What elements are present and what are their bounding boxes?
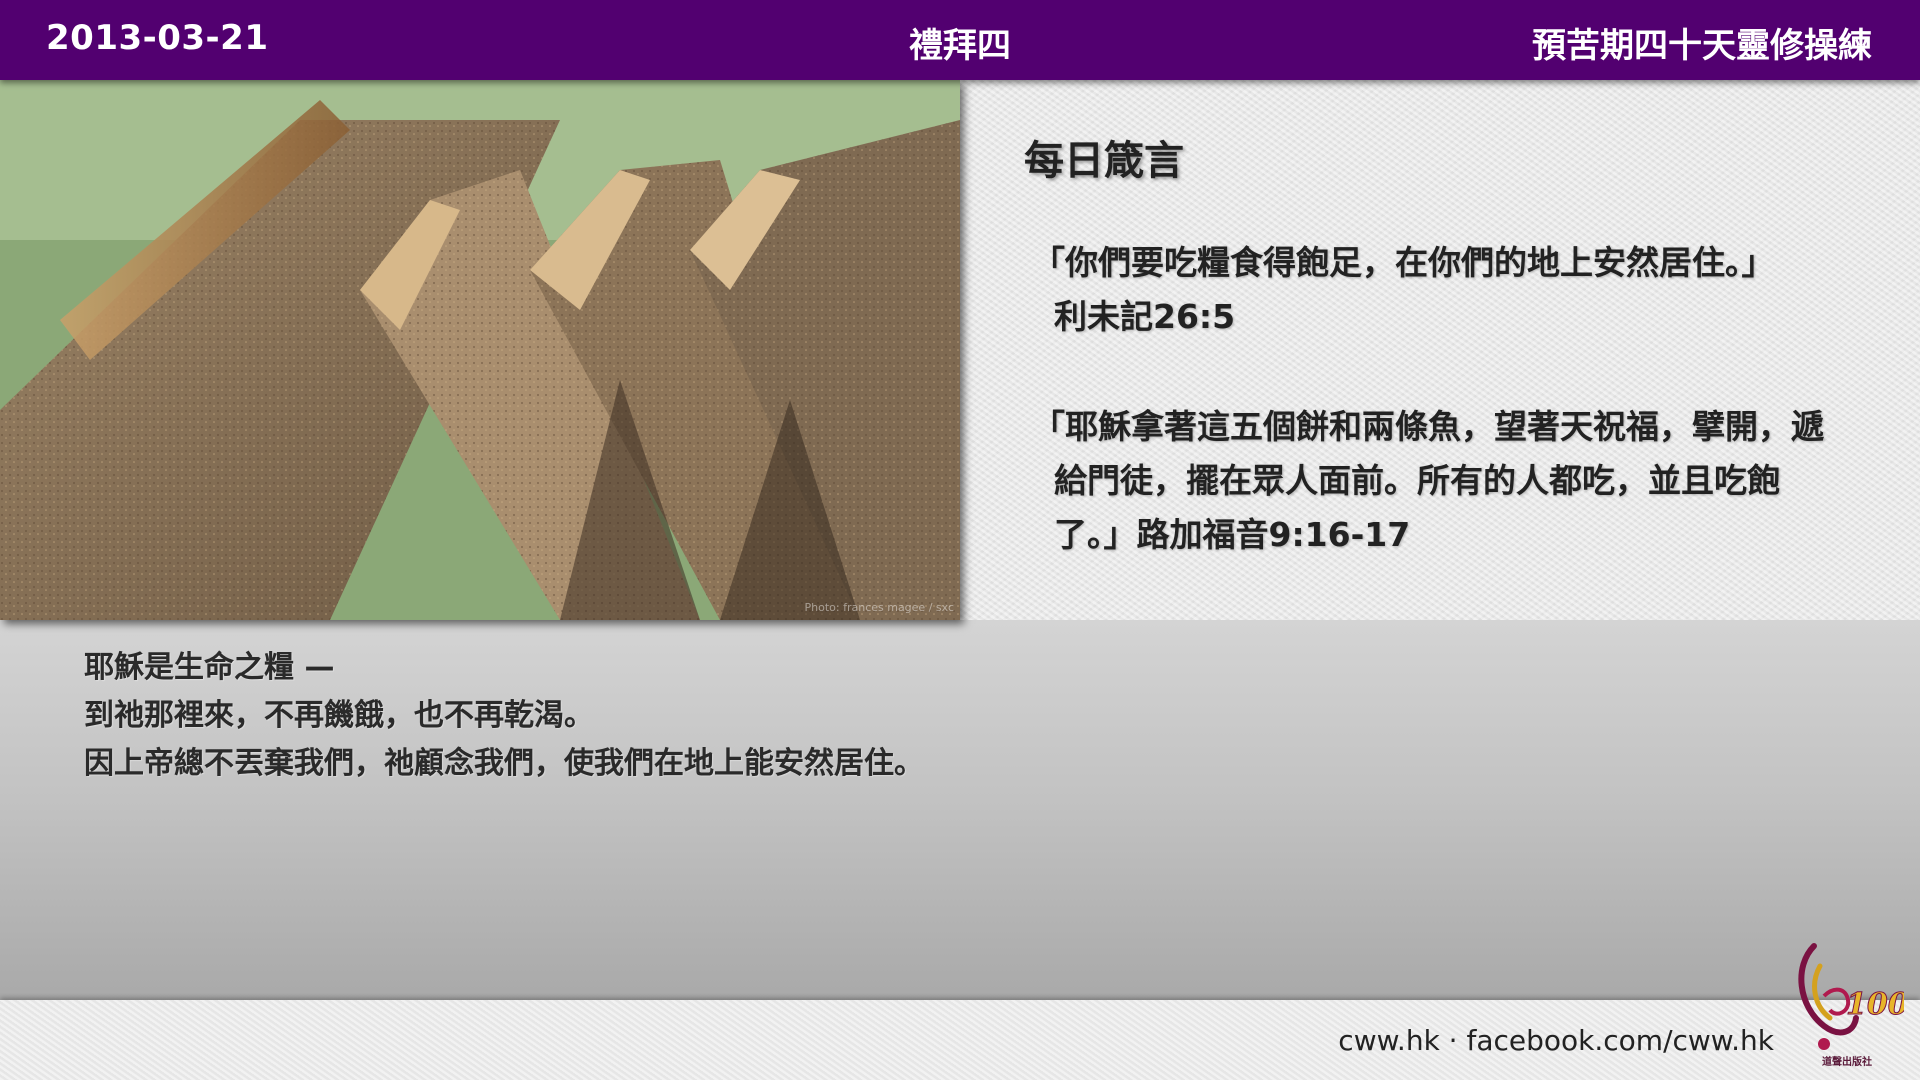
verse-reference: 利未記26:5 [1054, 297, 1236, 336]
photo-credit: Photo: frances magee / sxc [804, 601, 955, 614]
logo-emblem-icon: 100 [1798, 943, 1904, 1050]
publisher-name: 道聲出版社 [1822, 1057, 1872, 1068]
publisher-logo: 100 道聲出版社 [1784, 936, 1904, 1070]
bread-photo: Photo: frances magee / sxc [0, 80, 960, 620]
footer-bar: cww.hk · facebook.com/cww.hk [0, 1000, 1920, 1080]
reflection-text: 耶穌是生命之糧 — 到祂那裡來，不再饑餓，也不再乾渴。 因上帝總不丟棄我們，祂顧… [84, 644, 924, 788]
verse-quote: 「耶穌拿著這五個餅和兩條魚，望著天祝福，擘開，遞給門徒，擺在眾人面前。所有的人都… [1032, 407, 1824, 554]
verse-reference: 路加福音9:16-17 [1136, 515, 1411, 554]
reflection-line: 到祂那裡來，不再饑餓，也不再乾渴。 [84, 698, 594, 733]
slide: 2013-03-21 禮拜四 預苦期四十天靈修操練 Photo: frances… [0, 0, 1920, 1080]
website-link[interactable]: cww.hk · facebook.com/cww.hk [1338, 1024, 1774, 1057]
header-bar: 2013-03-21 禮拜四 預苦期四十天靈修操練 [0, 0, 1920, 80]
reflection-line: 因上帝總不丟棄我們，祂顧念我們，使我們在地上能安然居住。 [84, 746, 924, 781]
verse-section-title: 每日箴言 [1024, 138, 1184, 184]
verse-block: 「你們要吃糧食得飽足，在你們的地上安然居住。」 利未記26:5 [1032, 236, 1832, 344]
verse-quote: 「你們要吃糧食得飽足，在你們的地上安然居住。」 [1032, 243, 1775, 282]
verse-panel: 每日箴言 「你們要吃糧食得飽足，在你們的地上安然居住。」 利未記26:5 「耶穌… [960, 80, 1920, 620]
reflection-area: 耶穌是生命之糧 — 到祂那裡來，不再饑餓，也不再乾渴。 因上帝總不丟棄我們，祂顧… [0, 620, 1920, 1000]
series-title: 預苦期四十天靈修操練 [1532, 26, 1872, 66]
reflection-line: 耶穌是生命之糧 — [84, 650, 335, 685]
logo-number: 100 [1846, 987, 1904, 1022]
verse-block: 「耶穌拿著這五個餅和兩條魚，望著天祝福，擘開，遞給門徒，擺在眾人面前。所有的人都… [1032, 400, 1832, 562]
bread-illustration [0, 80, 960, 620]
